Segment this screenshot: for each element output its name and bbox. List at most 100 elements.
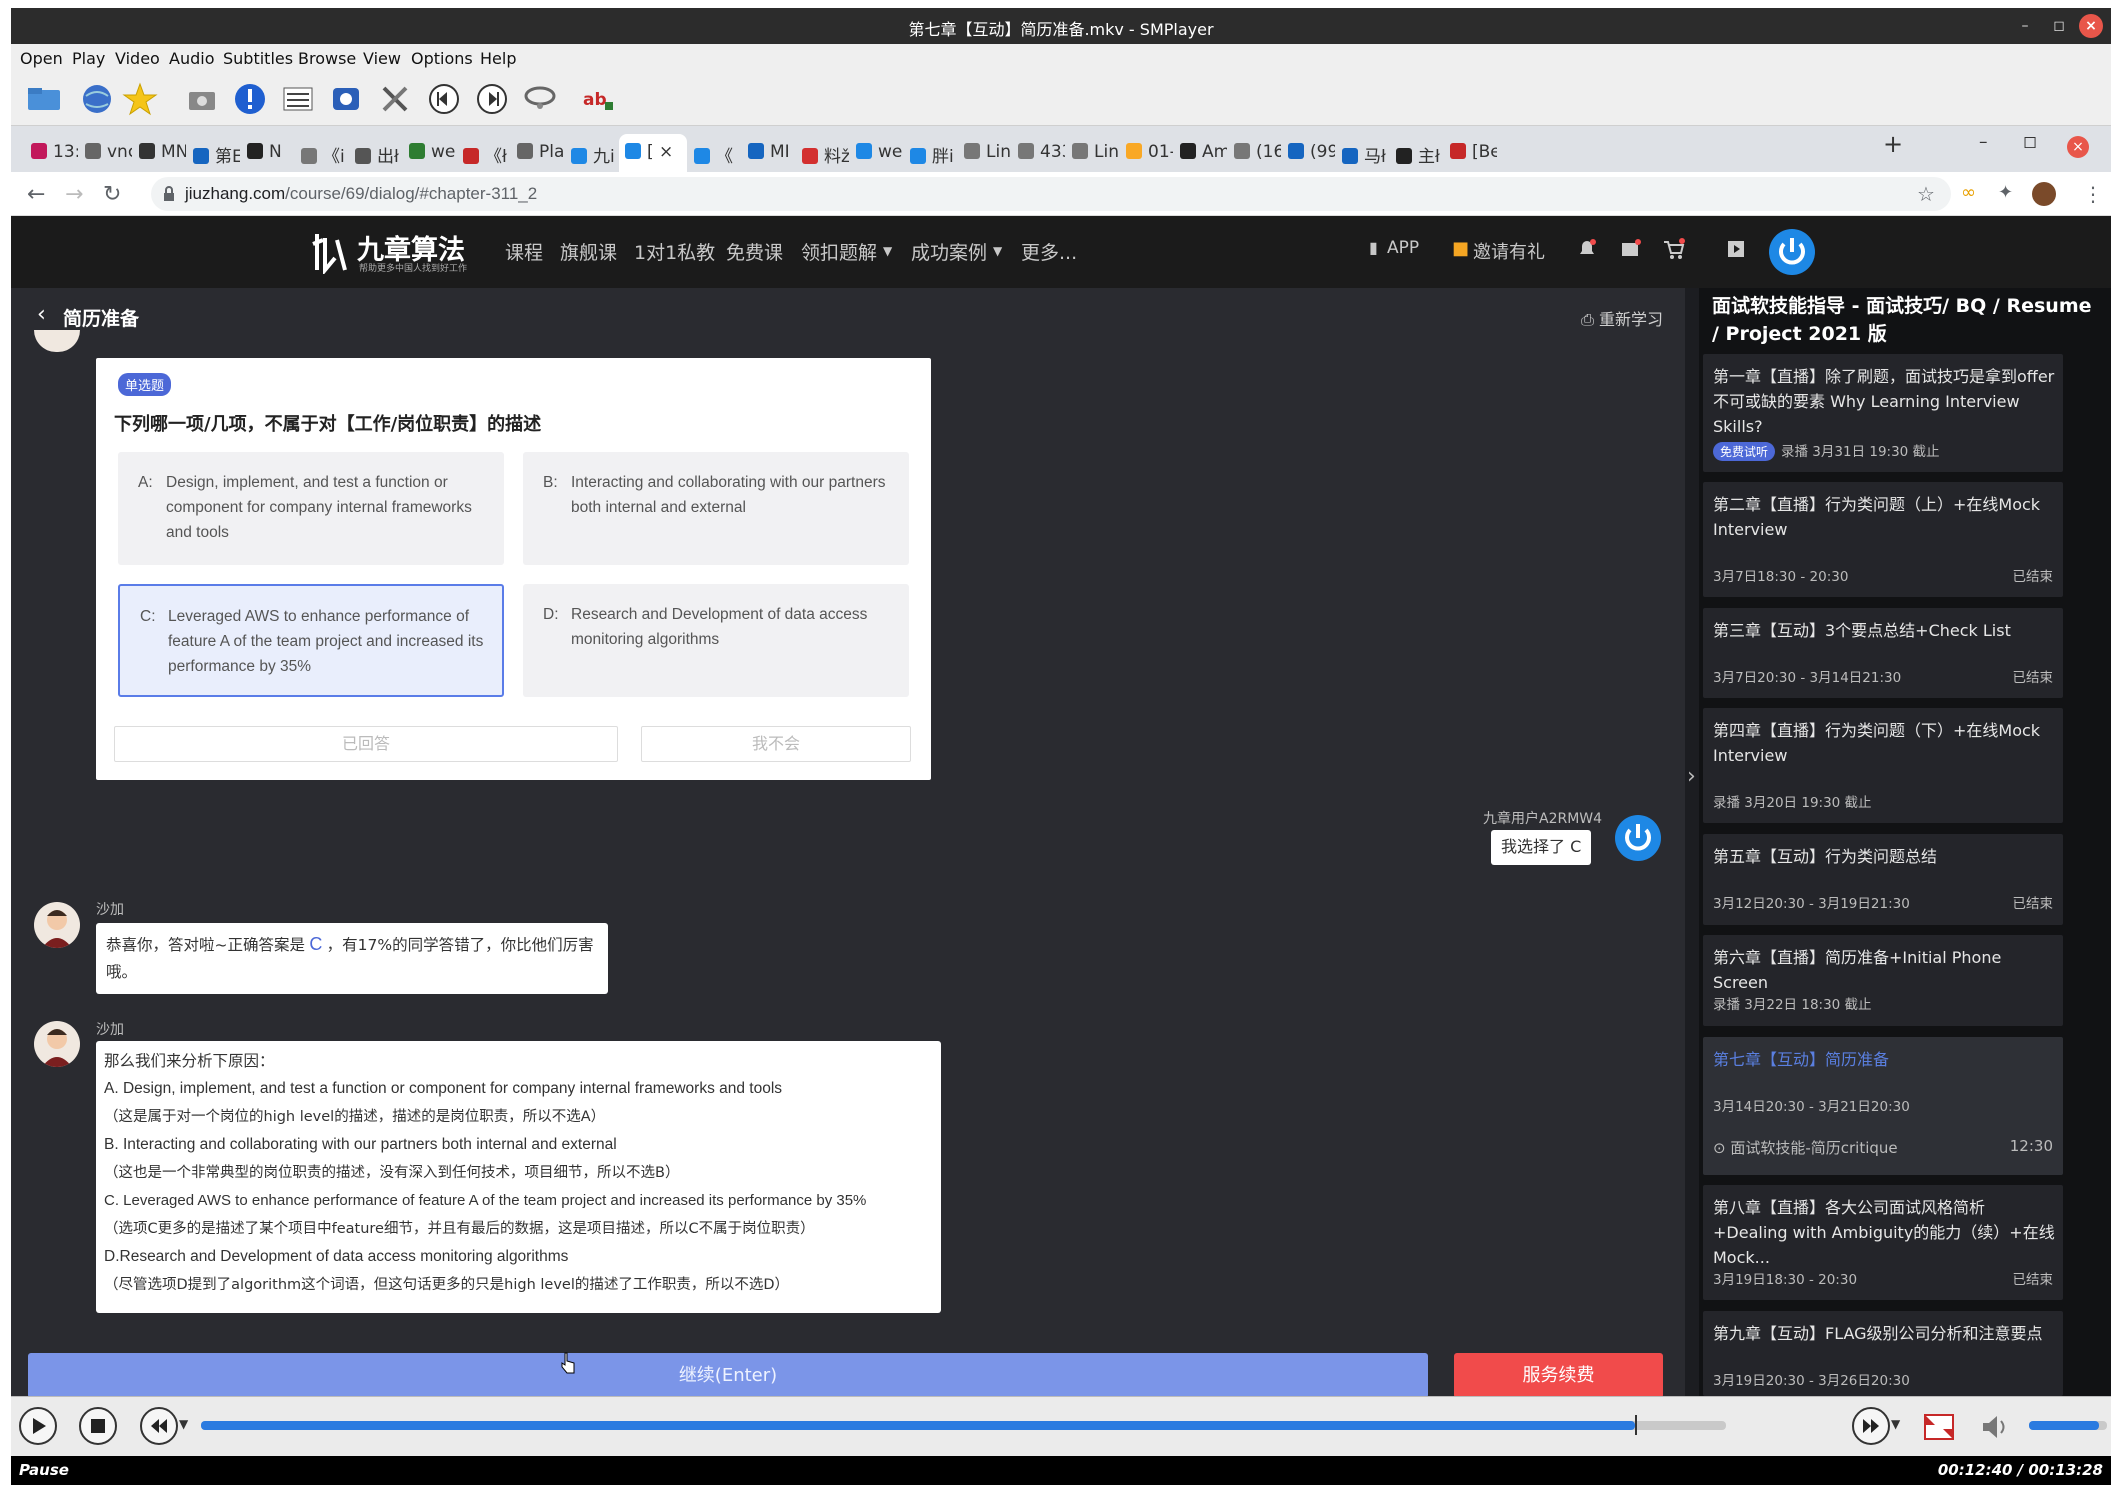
menu-subtitles[interactable]: Subtitles xyxy=(223,49,293,68)
browser-tab[interactable]: 《i xyxy=(295,134,348,172)
nav-more[interactable]: 更多... xyxy=(1021,238,1077,265)
renew-button[interactable]: 服务续费 xyxy=(1454,1353,1663,1398)
option-a[interactable]: A: Design, implement, and test a functio… xyxy=(118,452,504,565)
volume-slider[interactable] xyxy=(2029,1421,2107,1430)
play-button[interactable] xyxy=(19,1407,57,1445)
nav-free[interactable]: 免费课 xyxy=(726,238,783,265)
fullscreen-icon[interactable] xyxy=(1921,1409,1957,1445)
close-button[interactable]: × xyxy=(2079,14,2103,38)
browser-tab[interactable]: Lin xyxy=(1066,134,1119,172)
option-d[interactable]: D: Research and Development of data acce… xyxy=(523,584,909,697)
browser-tab[interactable]: (99 xyxy=(1282,134,1335,172)
browser-tab[interactable]: MI xyxy=(742,134,795,172)
chapter-item[interactable]: 第二章【直播】行为类问题（上）+在线Mock Interview 3月7日18:… xyxy=(1703,482,2063,597)
subtitles-icon[interactable]: ab xyxy=(579,80,617,118)
invite-link[interactable]: 邀请有礼 xyxy=(1473,238,1545,264)
chapter-item-current[interactable]: 第七章【互动】简历准备 3月14日20:30 - 3月21日20:30 ⊙ 面试… xyxy=(1703,1037,2063,1175)
preferences-icon[interactable] xyxy=(376,80,414,118)
stop-button[interactable] xyxy=(79,1407,117,1445)
menu-view[interactable]: View xyxy=(363,49,401,68)
browser-tab[interactable]: N xyxy=(241,134,294,172)
open-url-icon[interactable] xyxy=(78,80,116,118)
nav-solutions[interactable]: 领扣题解 xyxy=(801,238,877,265)
seek-handle[interactable] xyxy=(1634,1415,1637,1435)
back-icon[interactable]: ← xyxy=(27,182,45,207)
equalizer-icon[interactable] xyxy=(327,80,365,118)
browser-tab[interactable]: Pla xyxy=(511,134,564,172)
chapter-item[interactable]: 第八章【直播】各大公司面试风格简析+Dealing with Ambiguity… xyxy=(1703,1185,2063,1300)
nav-private[interactable]: 1对1私教 xyxy=(634,238,715,265)
seek-bar[interactable] xyxy=(201,1415,1726,1435)
new-tab-button[interactable]: + xyxy=(1883,130,1903,168)
nav-flagship[interactable]: 旗舰课 xyxy=(560,238,617,265)
chapter-item[interactable]: 第三章【互动】3个要点总结+Check List 3月7日20:30 - 3月1… xyxy=(1703,608,2063,698)
menu-open[interactable]: Open xyxy=(20,49,63,68)
rewind-button[interactable] xyxy=(140,1407,178,1445)
bell-icon[interactable] xyxy=(1574,236,1600,262)
menu-play[interactable]: Play xyxy=(72,49,105,68)
browser-tab[interactable]: Am xyxy=(1174,134,1227,172)
menu-audio[interactable]: Audio xyxy=(169,49,214,68)
browser-tab[interactable]: 《 xyxy=(688,134,741,172)
browser-close-button[interactable]: × xyxy=(2067,136,2089,158)
extension-icon[interactable]: ∞ xyxy=(1961,182,1976,203)
browser-tab[interactable]: [Be xyxy=(1444,134,1497,172)
menu-browse[interactable]: Browse xyxy=(298,49,356,68)
browser-tab[interactable]: 胖i xyxy=(904,134,957,172)
browser-tab[interactable]: 料ž xyxy=(796,134,849,172)
continue-button[interactable]: 继续(Enter) xyxy=(28,1353,1428,1398)
browser-tab[interactable]: wei xyxy=(403,134,456,172)
browser-tab[interactable]: 13: xyxy=(25,134,78,172)
cart-icon[interactable] xyxy=(1661,236,1687,262)
menu-video[interactable]: Video xyxy=(115,49,160,68)
reload-icon[interactable]: ↻ xyxy=(103,182,121,207)
browser-menu-icon[interactable]: ⋮ xyxy=(2083,182,2103,206)
browser-tab[interactable]: 第E xyxy=(187,134,240,172)
browser-tab[interactable]: 出ł xyxy=(349,134,402,172)
forward-icon[interactable]: → xyxy=(65,182,83,207)
browser-tab[interactable]: 433 xyxy=(1012,134,1065,172)
screenshot-icon[interactable] xyxy=(183,80,221,118)
playlist-icon[interactable] xyxy=(279,80,317,118)
chapter-item[interactable]: 第九章【互动】FLAG级别公司分析和注意要点 3月19日20:30 - 3月26… xyxy=(1703,1311,2063,1396)
user-avatar[interactable] xyxy=(1769,229,1815,275)
next-icon[interactable] xyxy=(473,80,511,118)
browser-minimize-button[interactable]: – xyxy=(1979,132,1988,170)
extensions-puzzle-icon[interactable]: ✦ xyxy=(1998,182,2013,203)
browser-tab[interactable]: 《ł xyxy=(457,134,510,172)
chapter-item[interactable]: 第一章【直播】除了刷题，面试技巧是拿到offer不可或缺的要素 Why Lear… xyxy=(1703,354,2063,472)
info-icon[interactable] xyxy=(231,80,269,118)
browser-tab[interactable]: 九i xyxy=(565,134,618,172)
volume-icon[interactable] xyxy=(1977,1409,2013,1445)
option-b[interactable]: B: Interacting and collaborating with ou… xyxy=(523,452,909,565)
forward-button[interactable] xyxy=(1852,1407,1890,1445)
chapter-item[interactable]: 第五章【互动】行为类问题总结 3月12日20:30 - 3月19日21:30 已… xyxy=(1703,834,2063,925)
browser-tab[interactable]: vnc xyxy=(79,134,132,172)
video-icon[interactable] xyxy=(1725,238,1747,260)
nav-courses[interactable]: 课程 xyxy=(505,238,543,265)
dont-know-button[interactable]: 我不会 xyxy=(641,726,911,762)
browser-tab[interactable]: wei xyxy=(850,134,903,172)
browser-tab[interactable]: 主ł xyxy=(1390,134,1443,172)
browser-tab[interactable]: Lin xyxy=(958,134,1011,172)
rewind-menu-caret-icon[interactable]: ▼ xyxy=(179,1417,188,1431)
logo-mark-icon[interactable] xyxy=(311,230,351,274)
browser-tab[interactable]: 马ł xyxy=(1336,134,1389,172)
chapter-item[interactable]: 第四章【直播】行为类问题（下）+在线Mock Interview 录播 3月20… xyxy=(1703,708,2063,823)
message-icon[interactable] xyxy=(1618,236,1644,262)
browser-tab-active[interactable]: [ × xyxy=(619,134,687,172)
app-link[interactable]: APP xyxy=(1387,238,1419,258)
browser-maximize-button[interactable]: ◻ xyxy=(2023,132,2037,170)
tab-close-icon[interactable]: × xyxy=(654,142,673,162)
browser-tab[interactable]: MN xyxy=(133,134,186,172)
browser-tab[interactable]: (16 xyxy=(1228,134,1281,172)
minimize-button[interactable]: – xyxy=(2013,14,2037,38)
ab-loop-icon[interactable] xyxy=(521,80,559,118)
back-arrow-icon[interactable]: ‹ xyxy=(37,302,46,327)
answered-button[interactable]: 已回答 xyxy=(114,726,618,762)
menu-options[interactable]: Options xyxy=(411,49,473,68)
browser-tab[interactable]: 01- xyxy=(1120,134,1173,172)
chapter-item[interactable]: 第六章【直播】简历准备+Initial Phone Screen 录播 3月22… xyxy=(1703,935,2063,1026)
menu-help[interactable]: Help xyxy=(480,49,516,68)
url-bar[interactable]: jiuzhang.com/course/69/dialog/#chapter-3… xyxy=(151,177,1951,211)
